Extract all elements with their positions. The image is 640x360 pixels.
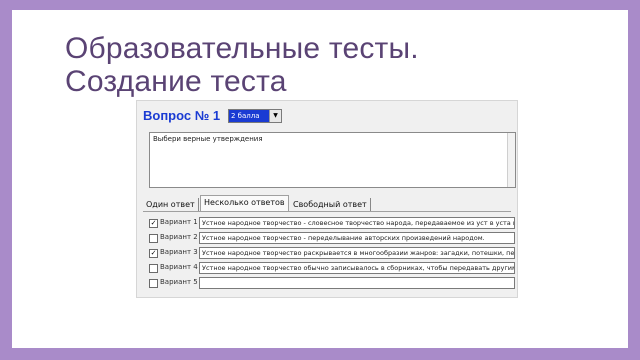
variant-2-text: Устное народное творчество - переделыван… <box>202 234 485 242</box>
question-number-label: Вопрос № 1 <box>143 108 221 123</box>
tab-divider <box>143 211 511 212</box>
variant-4-label: Вариант 4 <box>160 263 198 271</box>
variant-row: ✓ Вариант 1 Устное народное творчество -… <box>149 217 515 230</box>
points-select[interactable]: 2 балла ▼ <box>228 109 282 123</box>
variant-1-label: Вариант 1 <box>160 218 198 226</box>
points-select-value: 2 балла <box>229 110 269 122</box>
variant-3-checkbox[interactable]: ✓ <box>149 249 158 258</box>
variant-row: Вариант 5 <box>149 277 515 290</box>
variant-2-input[interactable]: Устное народное творчество - переделыван… <box>199 232 515 244</box>
variant-5-checkbox[interactable] <box>149 279 158 288</box>
variant-4-input[interactable]: Устное народное творчество обычно записы… <box>199 262 515 274</box>
variant-3-input[interactable]: Устное народное творчество раскрывается … <box>199 247 515 259</box>
tab-multiple-answers[interactable]: Несколько ответов <box>200 195 289 211</box>
variant-2-label: Вариант 2 <box>160 233 198 241</box>
variant-2-checkbox[interactable] <box>149 234 158 243</box>
question-text: Выбери верные утверждения <box>153 135 263 143</box>
slide-title: Образовательные тесты. Создание теста <box>65 32 419 98</box>
question-text-scrollbar[interactable] <box>507 133 515 187</box>
variant-4-checkbox[interactable] <box>149 264 158 273</box>
variant-row: Вариант 2 Устное народное творчество - п… <box>149 232 515 245</box>
variant-1-checkbox[interactable]: ✓ <box>149 219 158 228</box>
test-editor-panel: Вопрос № 1 2 балла ▼ Выбери верные утвер… <box>136 100 518 298</box>
variant-3-text: Устное народное творчество раскрывается … <box>202 249 515 257</box>
variant-1-text: Устное народное творчество - словесное т… <box>202 219 515 227</box>
question-text-area[interactable]: Выбери верные утверждения <box>149 132 516 188</box>
tab-free-answer[interactable]: Свободный ответ <box>290 198 371 211</box>
variant-5-input[interactable] <box>199 277 515 289</box>
chevron-down-icon[interactable]: ▼ <box>269 110 281 122</box>
slide: Образовательные тесты. Создание теста Во… <box>12 10 628 348</box>
variant-3-label: Вариант 3 <box>160 248 198 256</box>
variant-1-input[interactable]: Устное народное творчество - словесное т… <box>199 217 515 229</box>
variant-row: Вариант 4 Устное народное творчество обы… <box>149 262 515 275</box>
slide-title-line2: Создание теста <box>65 65 287 98</box>
variant-5-label: Вариант 5 <box>160 278 198 286</box>
variant-row: ✓ Вариант 3 Устное народное творчество р… <box>149 247 515 260</box>
answer-type-tabs: Один ответ Несколько ответов Свободный о… <box>143 195 513 211</box>
tab-single-answer[interactable]: Один ответ <box>143 198 199 211</box>
variant-4-text: Устное народное творчество обычно записы… <box>202 264 515 272</box>
slide-title-line1: Образовательные тесты. <box>65 32 419 65</box>
